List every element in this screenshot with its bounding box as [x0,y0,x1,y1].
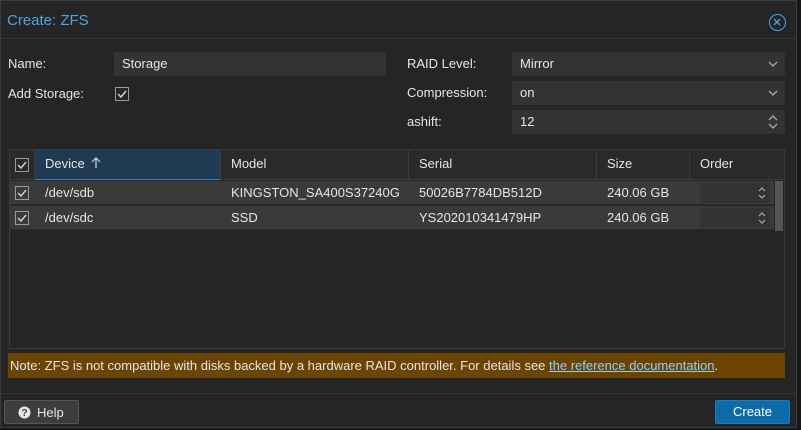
table-row[interactable]: /dev/sdc SSD YS202010341479HP 240.06 GB [10,206,774,230]
raid-level-value: Mirror [520,56,554,71]
size-cell: 240.06 GB [607,185,670,200]
help-button[interactable]: ? Help [4,400,79,424]
close-icon[interactable] [769,14,786,31]
compression-label: Compression: [407,85,488,100]
column-header-serial[interactable]: Serial [409,150,597,180]
add-storage-checkbox[interactable] [115,87,129,101]
name-input-value: Storage [122,56,168,71]
device-cell: /dev/sdc [45,210,94,225]
spinner-arrows-icon[interactable] [768,114,778,130]
reference-documentation-link[interactable]: the reference documentation [549,358,715,373]
table-row[interactable]: /dev/sdb KINGSTON_SA400S37240G 50026B778… [10,181,774,205]
column-header-model[interactable]: Model [221,150,409,180]
model-cell: SSD [231,210,258,225]
dialog-title: Create: ZFS [7,12,89,29]
compression-value: on [520,85,535,100]
size-cell: 240.06 GB [607,210,670,225]
svg-text:?: ? [21,408,27,419]
help-button-label: Help [37,405,64,420]
chevron-down-icon [768,61,778,67]
serial-cell: 50026B7784DB512D [419,185,542,200]
order-stepper[interactable] [700,183,770,203]
ashift-value: 12 [520,114,535,129]
device-cell: /dev/sdb [45,185,95,200]
serial-cell: YS202010341479HP [419,210,542,225]
grid-header: Device Model Serial Size Order [10,150,784,180]
note-suffix: . [714,358,719,373]
help-icon: ? [18,406,31,419]
dialog-footer: ? Help Create [1,393,796,429]
row-checkbox[interactable] [15,211,29,225]
raid-level-select[interactable]: Mirror [512,52,785,76]
model-cell: KINGSTON_SA400S37240G [231,185,400,200]
row-checkbox[interactable] [15,186,29,200]
chevron-down-icon [768,90,778,96]
ashift-label: ashift: [407,114,442,129]
create-button[interactable]: Create [715,400,790,424]
name-input[interactable]: Storage [114,52,386,76]
raid-level-label: RAID Level: [407,56,477,71]
sort-ascending-icon [91,157,101,168]
column-header-device[interactable]: Device [35,150,221,180]
column-header-device-label: Device [45,156,85,171]
compression-select[interactable]: on [512,81,785,105]
disk-grid: Device Model Serial Size Order /dev/sdb … [9,149,785,349]
zfs-warning-note: Note: ZFS is not compatible with disks b… [8,353,785,378]
note-text: Note: ZFS is not compatible with disks b… [10,358,550,373]
order-stepper[interactable] [700,208,770,228]
spinner-arrows-icon[interactable] [758,211,766,225]
select-all-checkbox[interactable] [15,158,29,172]
column-header-size[interactable]: Size [597,150,690,180]
name-label: Name: [8,56,47,71]
select-all-header[interactable] [10,150,35,180]
create-zfs-dialog: Create: ZFS Name: Storage Add Storage: R… [0,0,797,428]
spinner-arrows-icon[interactable] [758,186,766,200]
column-header-order[interactable]: Order [690,150,784,180]
add-storage-label: Add Storage: [8,86,84,101]
ashift-spinner[interactable]: 12 [512,110,785,134]
dialog-titlebar: Create: ZFS [1,1,796,39]
grid-scrollbar[interactable] [775,181,783,231]
